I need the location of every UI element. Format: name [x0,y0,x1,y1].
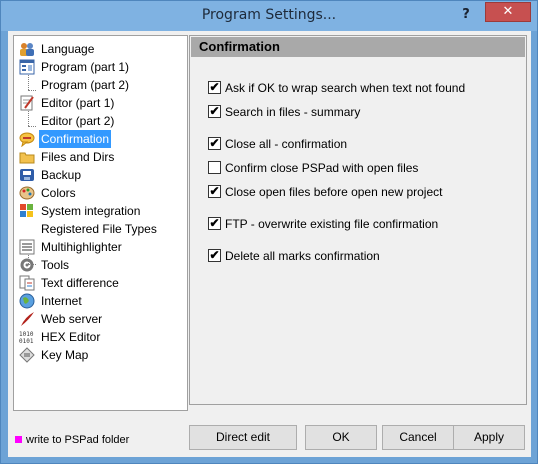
checkbox[interactable]: ✔ [208,248,221,262]
highlighter-icon [19,239,35,255]
tree-item-label: HEX Editor [41,330,101,344]
tree-item-label: Program (part 1) [41,60,130,74]
checkbox[interactable]: ✔ [208,80,221,94]
option-label: Close open files before open new project [225,185,443,199]
program-settings-window: Program Settings... ? ✕ Language Program… [0,0,538,464]
feather-icon [19,311,35,327]
windows-icon [19,203,35,219]
tree-item-label: Language [41,42,95,56]
ok-button[interactable]: OK [305,425,377,450]
tree-item-label: Confirmation [39,130,112,148]
settings-tree[interactable]: Language Program (part 1) Program (part … [13,35,188,411]
tree-item-label: Editor (part 2) [41,114,115,128]
dialog-body: Language Program (part 1) Program (part … [8,31,531,457]
backup-icon [19,167,35,183]
check-icon: ✔ [209,216,220,230]
option-label: Close all - confirmation [225,137,348,151]
tree-item-label: Program (part 2) [41,78,130,92]
tree-item-label: Web server [41,312,103,326]
apply-button[interactable]: Apply [453,425,525,450]
editor-icon [19,95,35,111]
svg-text:0101: 0101 [19,338,34,345]
checkbox[interactable]: ✔ [208,136,221,150]
panel-title: Confirmation [191,37,525,57]
option-label: Ask if OK to wrap search when text not f… [225,81,466,95]
tree-item-label: Colors [41,186,76,200]
tools-icon [19,257,35,273]
folder-note-label: write to PSPad folder [26,434,130,446]
folder-icon [19,149,35,165]
tree-item-label: Files and Dirs [41,150,115,164]
tree-item-label: Multihighlighter [41,240,122,254]
option-label: Delete all marks confirmation [225,249,380,263]
option-label: Confirm close PSPad with open files [225,161,419,175]
check-icon: ✔ [209,104,220,118]
tree-item-label: Tools [41,258,70,272]
hex-icon: 1010 0101 [19,329,35,345]
tree-item-label: System integration [41,204,141,218]
check-icon: ✔ [209,80,220,94]
speech-bubble-icon [19,131,35,148]
cancel-button[interactable]: Cancel [382,425,454,450]
help-button[interactable]: ? [457,4,475,26]
check-icon: ✔ [209,248,220,262]
palette-icon [19,185,35,201]
text-diff-icon [19,275,35,291]
direct-edit-button[interactable]: Direct edit [189,425,297,450]
checkbox[interactable]: ✔ [208,104,221,118]
tree-item-label: Text difference [41,276,119,290]
checkbox[interactable] [208,161,221,174]
svg-text:1010: 1010 [19,331,34,338]
tree-item-label: Backup [41,168,82,182]
tree-item-label: Internet [41,294,82,308]
program-icon [19,59,35,75]
title-bar[interactable]: Program Settings... ? ✕ [1,1,537,31]
tree-connector [28,126,36,127]
keymap-icon [19,347,35,363]
check-icon: ✔ [209,136,220,150]
confirmation-panel: Confirmation ✔ Ask if OK to wrap search … [189,35,527,405]
option-label: FTP - overwrite existing file confirmati… [225,217,439,231]
globe-icon [19,293,35,309]
option-label: Search in files - summary [225,105,361,119]
magenta-swatch [15,436,22,443]
check-icon: ✔ [209,184,220,198]
tree-item-label: Editor (part 1) [41,96,115,110]
tree-item-label: Key Map [41,348,89,362]
tree-item-label: Registered File Types [41,222,157,236]
tree-connector [28,90,36,91]
people-icon [19,41,35,57]
close-button[interactable]: ✕ [485,2,531,22]
checkbox[interactable]: ✔ [208,184,221,198]
checkbox[interactable]: ✔ [208,216,221,230]
